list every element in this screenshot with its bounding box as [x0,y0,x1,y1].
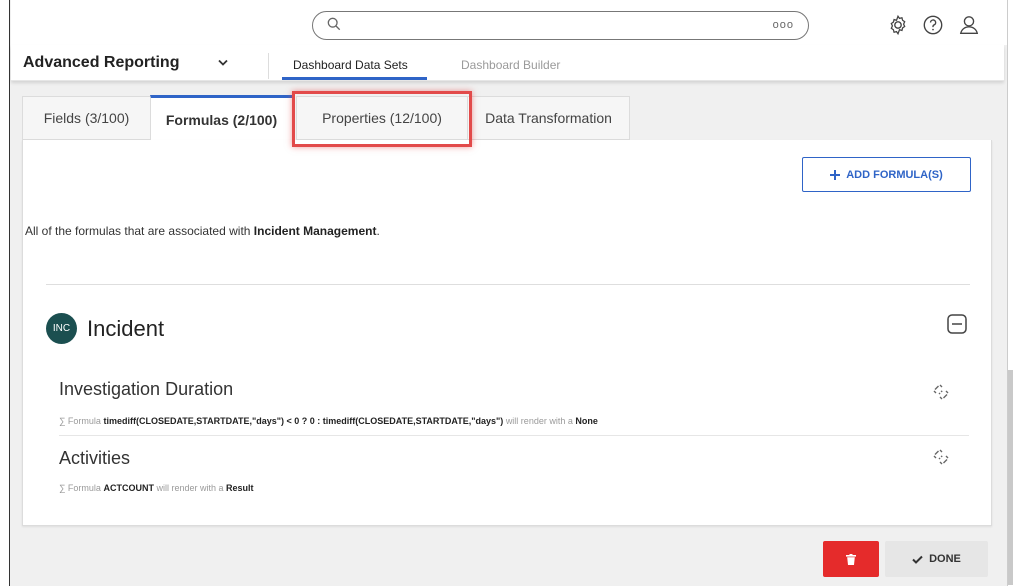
section-divider [46,284,970,285]
search-icon [327,17,341,31]
formula-label: Formula [67,483,101,493]
help-icon[interactable] [922,14,944,36]
render-type: Result [226,483,254,493]
render-text: will render with a [505,416,573,426]
scrollbar-track[interactable] [1007,0,1013,586]
window-frame-left [0,0,10,586]
checkmark-icon [912,555,923,564]
unlink-icon[interactable] [932,383,950,401]
settings-gear-icon[interactable] [887,14,909,36]
tab-label: Fields (3/100) [43,110,130,126]
done-button[interactable]: DONE [885,541,988,577]
formula-label: Formula [67,416,101,426]
active-tab-indicator [282,77,427,80]
trash-icon [846,553,856,565]
nav-tab-dashboard-builder[interactable]: Dashboard Builder [461,58,560,72]
description-suffix: . [376,224,380,238]
formulas-panel: ADD FORMULA(S) All of the formulas that … [22,140,992,526]
tab-fields[interactable]: Fields (3/100) [22,96,151,140]
top-bar: ooo [11,0,1007,45]
highlight-annotation [292,91,472,147]
search-options-button[interactable]: ooo [773,19,794,31]
unlink-icon[interactable] [932,448,950,466]
formula-details: ∑ Formula ACTCOUNT will render with a Re… [59,483,254,493]
tab-formulas[interactable]: Formulas (2/100) [150,95,293,141]
tab-data-transformation[interactable]: Data Transformation [467,96,630,140]
plus-icon [830,169,841,180]
formula-details: ∑ Formula timediff(CLOSEDATE,STARTDATE,"… [59,416,598,426]
chevron-down-icon[interactable] [218,59,228,67]
user-icon[interactable] [958,14,980,36]
render-type: None [575,416,598,426]
add-formula-label: ADD FORMULA(S) [846,168,943,181]
render-text: will render with a [156,483,224,493]
scrollbar-thumb[interactable] [1008,370,1013,585]
delete-button[interactable] [823,541,879,577]
formula-title: Activities [59,448,131,468]
formula-expression: timediff(CLOSEDATE,STARTDATE,"days") < 0… [103,416,504,426]
nav-tab-dashboard-data-sets[interactable]: Dashboard Data Sets [293,58,408,72]
tab-label: Data Transformation [485,110,612,126]
row-divider [59,435,969,436]
description-prefix: All of the formulas that are associated … [25,224,254,238]
collapse-minus-icon[interactable] [947,314,967,334]
object-type-badge: INC [46,313,77,344]
global-search-input[interactable]: ooo [312,11,809,40]
app-nav-bar: Advanced Reporting Dashboard Data Sets D… [11,45,1004,81]
done-label: DONE [929,553,961,565]
formula-expression: ACTCOUNT [103,483,154,493]
tab-label: Formulas (2/100) [165,111,278,128]
nav-divider [268,53,269,79]
add-formula-button[interactable]: ADD FORMULA(S) [802,157,971,192]
description-entity: Incident Management [253,224,377,238]
object-type-title: Incident [87,316,165,341]
app-title[interactable]: Advanced Reporting [23,54,179,72]
formula-title: Investigation Duration [59,379,234,399]
panel-description: All of the formulas that are associated … [25,224,380,238]
